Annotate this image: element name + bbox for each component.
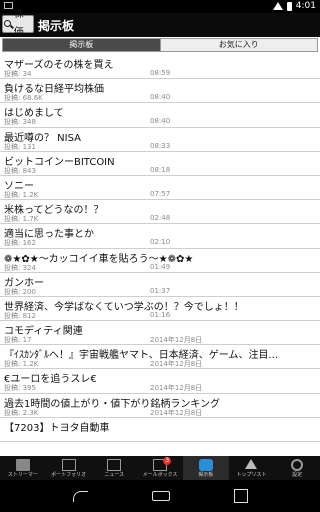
nav-label: ストリーマー [7, 472, 38, 478]
list-item[interactable]: €ユーロを追うスレ€ 投稿: 395 2014年12月8日 [0, 369, 320, 394]
post-count: 投稿: 395 [4, 384, 36, 393]
nav-streamer[interactable]: ストリーマー [0, 456, 46, 480]
settings-icon [291, 459, 304, 471]
post-count: 投稿: 1.2K [4, 190, 39, 199]
post-count: 投稿: 812 [4, 311, 36, 320]
tab-bar: 掲示板 お気に入り [2, 38, 318, 52]
list-item[interactable]: 負けるな日経平均株価 投稿: 68.6K 08:40 [0, 79, 320, 104]
app-header: 株価 掲示板 [0, 9, 320, 38]
tab-favorites[interactable]: お気に入り [159, 39, 317, 51]
post-count: 投稿: 34 [4, 70, 32, 78]
nav-mailbox[interactable]: 3 メールボックス [137, 456, 183, 480]
notification-icon [4, 2, 13, 9]
list-item[interactable]: 米株ってどうなの！？ 投稿: 1.7K 02:48 [0, 200, 320, 225]
post-time: 07:57 [150, 189, 171, 198]
post-count: 投稿: 17 [4, 336, 32, 345]
post-time: 08:40 [150, 117, 171, 126]
post-count: 投稿: 2.3K [4, 408, 39, 417]
recents-icon[interactable] [233, 489, 248, 503]
post-count: 投稿: 843 [4, 166, 36, 175]
home-icon[interactable] [151, 491, 170, 501]
stock-search-button[interactable]: 株価 [2, 9, 34, 38]
toplist-icon [245, 459, 258, 469]
post-time: 2014年12月8日 [150, 384, 203, 393]
post-count: 投稿: 162 [4, 239, 36, 248]
post-time: 01:49 [150, 262, 171, 271]
list-item[interactable]: はじめまして 投稿: 348 08:40 [0, 103, 320, 128]
nav-label: ニュース [104, 472, 125, 478]
list-item[interactable]: ビットコインーBITCOIN 投稿: 843 08:18 [0, 152, 320, 176]
post-count: 投稿: 131 [4, 142, 36, 151]
nav-settings[interactable]: 設定 [274, 456, 320, 480]
post-count: 投稿: 348 [4, 118, 36, 127]
nav-toplist[interactable]: トップリスト [229, 456, 275, 480]
nav-news[interactable]: ニュース [91, 456, 137, 480]
streamer-icon [15, 459, 30, 471]
post-time: 08:40 [150, 93, 171, 102]
list-item[interactable]: 適当に思った事とか 投稿: 162 02:10 [0, 224, 320, 249]
nav-label: トップリスト [236, 472, 267, 478]
list-item[interactable]: ソニー 投稿: 1.2K 07:57 [0, 176, 320, 201]
system-navbar [0, 480, 320, 512]
list-item[interactable]: 『ｲｽｶﾝﾀﾞﾙへ！』宇宙戦艦ヤマト、日本経済、ゲーム、注目... 投稿: 1.2… [0, 345, 320, 370]
status-bar: 4:01 [0, 0, 320, 13]
nav-label: 掲示板 [198, 472, 214, 478]
thread-title: 【7203】トヨタ自動車 [4, 422, 110, 434]
board-icon [198, 459, 213, 471]
wifi-icon [272, 2, 283, 10]
post-time: 08:59 [150, 69, 171, 77]
list-item[interactable]: 【7203】トヨタ自動車 [0, 418, 320, 442]
post-time: 08:33 [150, 141, 171, 150]
battery-icon [286, 1, 292, 11]
nav-label: メールボックス [142, 472, 178, 478]
post-time: 01:37 [150, 286, 171, 295]
post-time: 08:18 [150, 165, 171, 174]
list-item[interactable]: 最近噂の？ NISA 投稿: 131 08:33 [0, 128, 320, 152]
back-icon[interactable] [72, 490, 88, 502]
post-count: 投稿: 200 [4, 287, 36, 296]
post-time: 2014年12月8日 [150, 360, 203, 369]
portfolio-icon [61, 459, 76, 471]
search-icon [4, 19, 13, 29]
post-time: 02:48 [150, 214, 171, 223]
post-time: 01:16 [150, 310, 171, 319]
list-item[interactable]: 世界経済、今学ばなくていつ学ぶの！？今でしょ！！ 投稿: 812 01:16 [0, 297, 320, 322]
post-time: 2014年12月8日 [150, 408, 203, 417]
post-count: 投稿: 1.7K [4, 215, 39, 224]
post-time: 2014年12月8日 [150, 336, 203, 345]
mail-badge: 3 [163, 457, 172, 465]
nav-portfolio[interactable]: ポートフォリオ [46, 456, 92, 480]
post-time: 02:10 [150, 238, 171, 247]
news-icon [107, 459, 122, 471]
tab-board[interactable]: 掲示板 [3, 39, 160, 51]
list-item[interactable]: コモディティ関連 投稿: 17 2014年12月8日 [0, 321, 320, 346]
nav-board[interactable]: 掲示板 [182, 456, 229, 480]
thread-list: マザーズのその株を買え 投稿: 34 08:59 負けるな日経平均株価 投稿: 68.… [0, 55, 320, 442]
nav-label: ポートフォリオ [51, 472, 87, 478]
list-item[interactable]: ガンホー 投稿: 200 01:37 [0, 273, 320, 297]
page-title: 掲示板 [38, 19, 75, 33]
post-count: 投稿: 324 [4, 263, 36, 272]
list-item[interactable]: 過去1時間の値上がり・値下がり銘柄ランキング 投稿: 2.3K 2014年12月8日 [0, 394, 320, 418]
bottom-nav: ストリーマー ポートフォリオ ニュース 3 メールボックス 掲示板 トップリスト… [0, 456, 320, 480]
post-count: 投稿: 68.6K [4, 94, 43, 103]
stock-search-label: 株価 [13, 9, 24, 38]
clock: 4:01 [295, 1, 316, 11]
nav-label: 設定 [292, 472, 303, 478]
list-item[interactable]: ❁★✿★〜カッコイイ車を貼ろう〜★❁✿★ 投稿: 324 01:49 [0, 249, 320, 273]
post-count: 投稿: 1.2K [4, 360, 39, 369]
list-item[interactable]: マザーズのその株を買え 投稿: 34 08:59 [0, 55, 320, 80]
